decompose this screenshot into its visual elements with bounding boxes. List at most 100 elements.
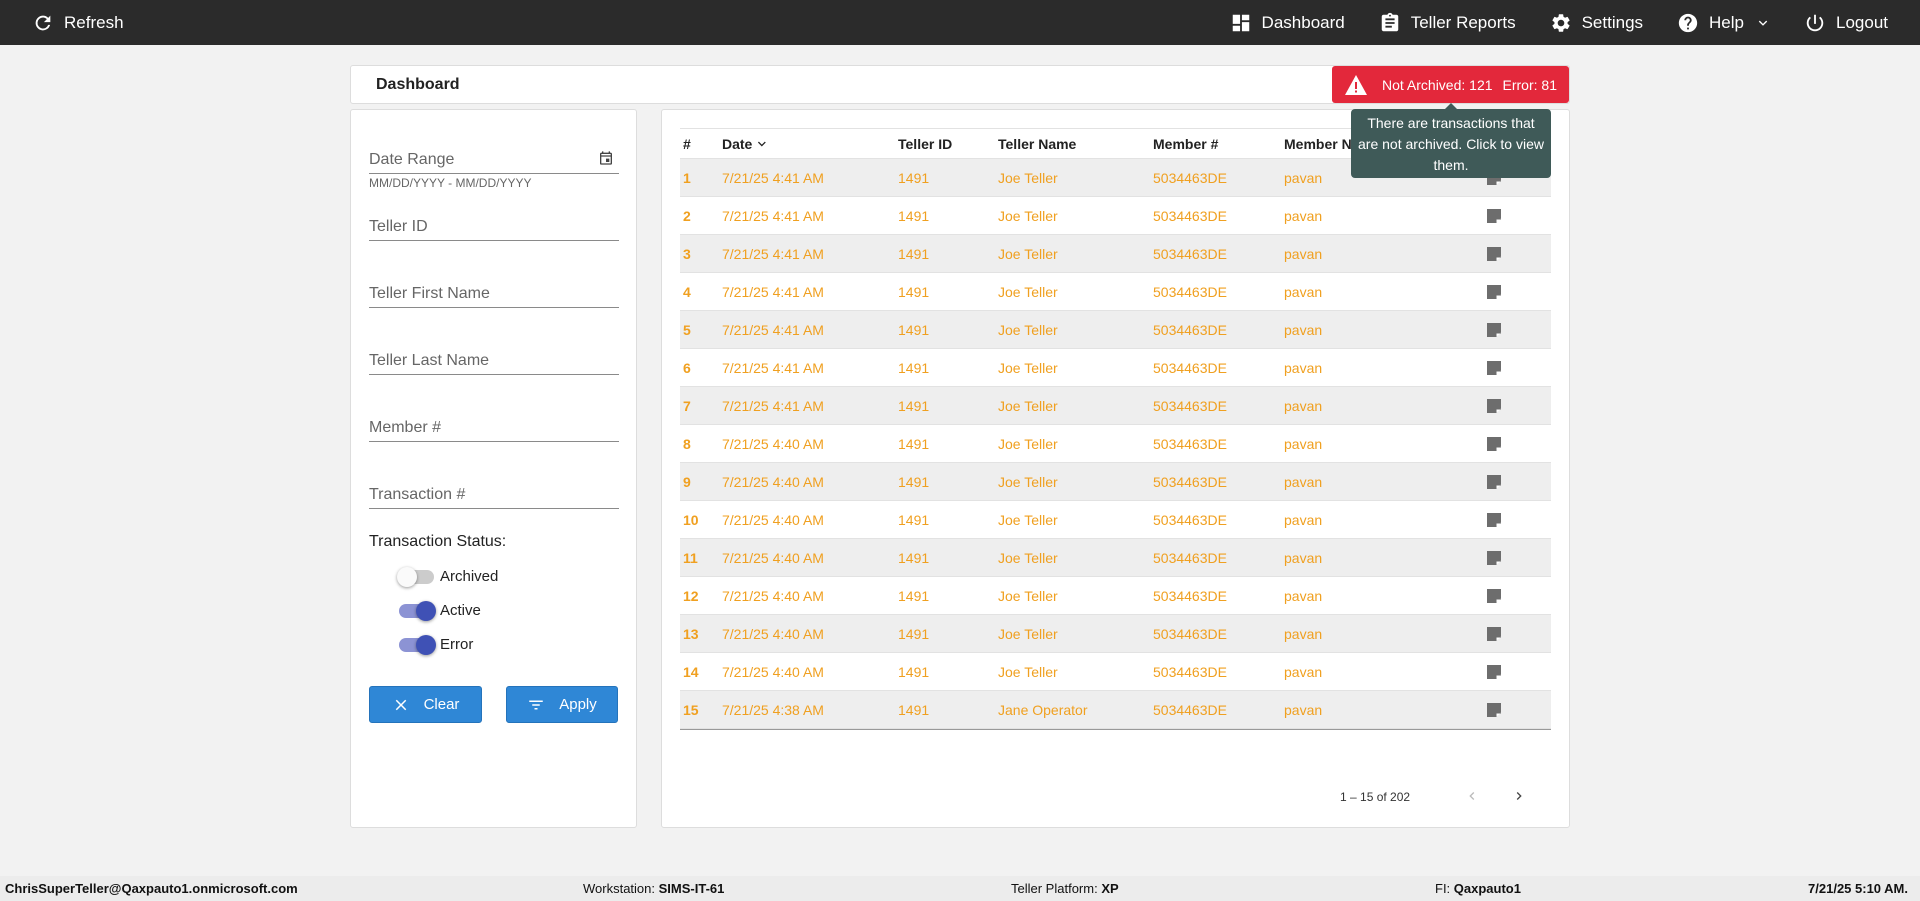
note-icon[interactable] xyxy=(1486,197,1502,234)
note-icon[interactable] xyxy=(1486,273,1502,310)
row-date[interactable]: 7/21/25 4:40 AM xyxy=(722,615,824,652)
row-teller-name[interactable]: Joe Teller xyxy=(998,539,1058,576)
row-teller-name[interactable]: Joe Teller xyxy=(998,577,1058,614)
row-member-name[interactable]: pavan xyxy=(1284,463,1322,500)
transaction-input[interactable] xyxy=(369,486,599,504)
row-member-name[interactable]: pavan xyxy=(1284,615,1322,652)
teller-first-name-input[interactable] xyxy=(369,285,599,303)
row-member[interactable]: 5034463DE xyxy=(1153,501,1227,538)
row-member-name[interactable]: pavan xyxy=(1284,577,1322,614)
row-teller-id[interactable]: 1491 xyxy=(898,463,929,500)
table-row[interactable]: 2 7/21/25 4:41 AM 1491 Joe Teller 5034463DE p… xyxy=(680,197,1551,235)
row-teller-name[interactable]: Joe Teller xyxy=(998,615,1058,652)
header-member-name[interactable]: Member N xyxy=(1284,129,1352,158)
table-row[interactable]: 13 7/21/25 4:40 AM 1491 Joe Teller 5034463DE… xyxy=(680,615,1551,653)
row-date[interactable]: 7/21/25 4:41 AM xyxy=(722,311,824,348)
row-member[interactable]: 5034463DE xyxy=(1153,653,1227,690)
row-teller-name[interactable]: Joe Teller xyxy=(998,311,1058,348)
note-icon[interactable] xyxy=(1486,387,1502,424)
row-teller-name[interactable]: Joe Teller xyxy=(998,501,1058,538)
row-member[interactable]: 5034463DE xyxy=(1153,311,1227,348)
row-member[interactable]: 5034463DE xyxy=(1153,615,1227,652)
table-row[interactable]: 15 7/21/25 4:38 AM 1491 Jane Operator 503446… xyxy=(680,691,1551,729)
row-teller-id[interactable]: 1491 xyxy=(898,425,929,462)
row-teller-name[interactable]: Jane Operator xyxy=(998,691,1088,728)
row-teller-id[interactable]: 1491 xyxy=(898,501,929,538)
row-teller-name[interactable]: Joe Teller xyxy=(998,197,1058,234)
note-icon[interactable] xyxy=(1486,425,1502,462)
note-icon[interactable] xyxy=(1486,311,1502,348)
row-teller-id[interactable]: 1491 xyxy=(898,577,929,614)
toggle-archived[interactable]: Archived xyxy=(397,566,498,587)
toggle-active[interactable]: Active xyxy=(399,600,481,621)
row-member[interactable]: 5034463DE xyxy=(1153,463,1227,500)
row-member-name[interactable]: pavan xyxy=(1284,159,1322,196)
header-member[interactable]: Member # xyxy=(1153,129,1218,158)
member-input[interactable] xyxy=(369,419,599,437)
note-icon[interactable] xyxy=(1486,577,1502,614)
row-teller-id[interactable]: 1491 xyxy=(898,539,929,576)
teller-last-name-input[interactable] xyxy=(369,352,599,370)
next-page-icon[interactable] xyxy=(1511,788,1527,804)
row-teller-name[interactable]: Joe Teller xyxy=(998,273,1058,310)
toggle-error[interactable]: Error xyxy=(399,634,473,655)
table-row[interactable]: 8 7/21/25 4:40 AM 1491 Joe Teller 5034463DE p… xyxy=(680,425,1551,463)
active-switch[interactable] xyxy=(399,600,436,621)
row-date[interactable]: 7/21/25 4:41 AM xyxy=(722,197,824,234)
header-teller-name[interactable]: Teller Name xyxy=(998,129,1076,158)
teller-id-input[interactable] xyxy=(369,218,599,236)
nav-help[interactable]: Help xyxy=(1677,0,1770,45)
row-member-name[interactable]: pavan xyxy=(1284,539,1322,576)
nav-teller-reports[interactable]: Teller Reports xyxy=(1379,0,1516,45)
table-row[interactable]: 14 7/21/25 4:40 AM 1491 Joe Teller 5034463DE… xyxy=(680,653,1551,691)
row-member-name[interactable]: pavan xyxy=(1284,235,1322,272)
row-member-name[interactable]: pavan xyxy=(1284,387,1322,424)
row-member[interactable]: 5034463DE xyxy=(1153,691,1227,728)
table-row[interactable]: 4 7/21/25 4:41 AM 1491 Joe Teller 5034463DE p… xyxy=(680,273,1551,311)
row-teller-id[interactable]: 1491 xyxy=(898,311,929,348)
row-teller-id[interactable]: 1491 xyxy=(898,349,929,386)
row-teller-id[interactable]: 1491 xyxy=(898,653,929,690)
previous-page-icon[interactable] xyxy=(1464,788,1480,804)
note-icon[interactable] xyxy=(1486,615,1502,652)
refresh-button[interactable]: Refresh xyxy=(32,0,124,45)
row-member-name[interactable]: pavan xyxy=(1284,501,1322,538)
row-date[interactable]: 7/21/25 4:40 AM xyxy=(722,539,824,576)
row-teller-name[interactable]: Joe Teller xyxy=(998,235,1058,272)
row-member-name[interactable]: pavan xyxy=(1284,691,1322,728)
row-date[interactable]: 7/21/25 4:40 AM xyxy=(722,501,824,538)
nav-logout[interactable]: Logout xyxy=(1804,0,1888,45)
table-row[interactable]: 10 7/21/25 4:40 AM 1491 Joe Teller 5034463DE… xyxy=(680,501,1551,539)
table-row[interactable]: 12 7/21/25 4:40 AM 1491 Joe Teller 5034463DE… xyxy=(680,577,1551,615)
row-member[interactable]: 5034463DE xyxy=(1153,577,1227,614)
note-icon[interactable] xyxy=(1486,539,1502,576)
row-teller-name[interactable]: Joe Teller xyxy=(998,159,1058,196)
clear-button[interactable]: Clear xyxy=(369,686,482,723)
row-member-name[interactable]: pavan xyxy=(1284,311,1322,348)
row-date[interactable]: 7/21/25 4:41 AM xyxy=(722,235,824,272)
row-date[interactable]: 7/21/25 4:41 AM xyxy=(722,387,824,424)
note-icon[interactable] xyxy=(1486,501,1502,538)
header-teller-id[interactable]: Teller ID xyxy=(898,129,952,158)
row-teller-id[interactable]: 1491 xyxy=(898,273,929,310)
row-teller-id[interactable]: 1491 xyxy=(898,197,929,234)
table-row[interactable]: 5 7/21/25 4:41 AM 1491 Joe Teller 5034463DE p… xyxy=(680,311,1551,349)
note-icon[interactable] xyxy=(1486,235,1502,272)
row-date[interactable]: 7/21/25 4:40 AM xyxy=(722,425,824,462)
row-member[interactable]: 5034463DE xyxy=(1153,387,1227,424)
row-member-name[interactable]: pavan xyxy=(1284,425,1322,462)
note-icon[interactable] xyxy=(1486,349,1502,386)
row-member-name[interactable]: pavan xyxy=(1284,273,1322,310)
row-teller-name[interactable]: Joe Teller xyxy=(998,349,1058,386)
row-teller-name[interactable]: Joe Teller xyxy=(998,463,1058,500)
calendar-icon[interactable] xyxy=(598,150,614,166)
row-teller-id[interactable]: 1491 xyxy=(898,159,929,196)
table-row[interactable]: 6 7/21/25 4:41 AM 1491 Joe Teller 5034463DE p… xyxy=(680,349,1551,387)
table-row[interactable]: 9 7/21/25 4:40 AM 1491 Joe Teller 5034463DE p… xyxy=(680,463,1551,501)
row-teller-name[interactable]: Joe Teller xyxy=(998,425,1058,462)
date-range-input[interactable] xyxy=(369,151,599,169)
header-date[interactable]: Date xyxy=(722,129,768,158)
error-switch[interactable] xyxy=(399,634,436,655)
row-member[interactable]: 5034463DE xyxy=(1153,349,1227,386)
row-member[interactable]: 5034463DE xyxy=(1153,197,1227,234)
